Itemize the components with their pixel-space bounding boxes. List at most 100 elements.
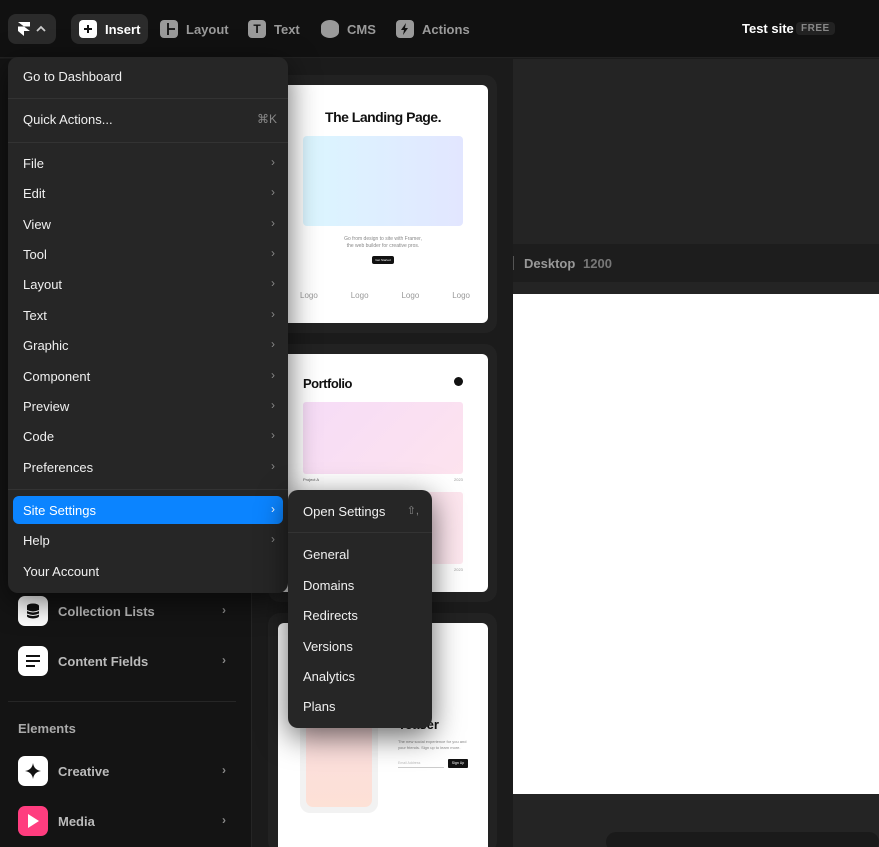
landing-desc-2: the web builder for creative pros. [346, 243, 420, 249]
chevron-right-icon: › [271, 428, 275, 442]
text-label: Text [274, 21, 300, 37]
menu-divider [8, 142, 288, 143]
landing-title: The Landing Page. [325, 109, 441, 125]
portfolio-title: Portfolio [303, 376, 352, 391]
menu-item-label: Code [23, 428, 55, 444]
layout-button[interactable]: Layout [152, 14, 237, 44]
chevron-up-icon [36, 25, 46, 32]
chevron-right-icon: › [271, 459, 275, 473]
go-to-dashboard-item[interactable]: Go to Dashboard [13, 62, 283, 90]
menu-item-label: General [303, 546, 350, 562]
bottom-toolbar [606, 832, 879, 847]
chevron-right-icon: › [271, 246, 275, 260]
database-icon [18, 596, 48, 626]
text-t-icon: T [248, 20, 266, 38]
site-title[interactable]: Test site [742, 21, 794, 36]
teaser-desc-2: your friends. Sign up to learn more. [398, 745, 461, 750]
cms-button[interactable]: CMS [313, 14, 384, 44]
collection-lists-item[interactable]: Collection Lists › [18, 596, 238, 626]
chevron-right-icon: › [222, 763, 226, 777]
menu-item-code[interactable]: Code › [13, 422, 283, 450]
project-year-2: 2023 [454, 567, 463, 572]
versions-item[interactable]: Versions [293, 633, 427, 659]
chevron-right-icon: › [222, 603, 226, 617]
menu-item-preferences[interactable]: Preferences › [13, 453, 283, 481]
quick-actions-item[interactable]: Quick Actions... ⌘K [13, 105, 283, 133]
menu-item-label: Analytics [303, 668, 356, 684]
menu-item-edit[interactable]: Edit › [13, 179, 283, 207]
menu-divider [8, 489, 288, 490]
collection-lists-label: Collection Lists [58, 603, 155, 619]
menu-item-view[interactable]: View › [13, 210, 283, 238]
portfolio-image-1 [303, 402, 463, 474]
panel-divider [8, 701, 236, 702]
menu-item-preview[interactable]: Preview › [13, 392, 283, 420]
lines-icon [18, 646, 48, 676]
chevron-right-icon: › [271, 502, 275, 516]
sparkle-icon [18, 756, 48, 786]
domains-item[interactable]: Domains [293, 572, 427, 598]
menu-item-label: View [23, 216, 51, 232]
plans-item[interactable]: Plans [293, 693, 427, 719]
menu-item-your-account[interactable]: Your Account [13, 557, 283, 585]
insert-button[interactable]: Insert [71, 14, 149, 44]
content-fields-item[interactable]: Content Fields › [18, 646, 238, 676]
menu-item-text[interactable]: Text › [13, 301, 283, 329]
open-settings-item[interactable]: Open Settings ⇧, [293, 498, 427, 524]
menu-item-label: Your Account [23, 563, 100, 579]
elements-heading: Elements [18, 721, 76, 736]
framer-menu-button[interactable] [8, 14, 56, 44]
menu-item-label: Versions [303, 638, 353, 654]
analytics-item[interactable]: Analytics [293, 663, 427, 689]
chevron-right-icon: › [222, 653, 226, 667]
menu-item-label: Go to Dashboard [23, 68, 123, 84]
landing-template-card[interactable]: The Landing Page. Go from design to site… [268, 75, 497, 333]
chevron-right-icon: › [271, 368, 275, 382]
menu-item-tool[interactable]: Tool › [13, 240, 283, 268]
actions-button[interactable]: Actions [388, 14, 478, 44]
menu-item-label: Redirects [303, 607, 358, 623]
menu-item-label: Edit [23, 185, 46, 201]
menu-item-label: Preview [23, 398, 70, 414]
insert-label: Insert [105, 21, 141, 37]
menu-item-label: Preferences [23, 459, 94, 475]
menu-item-graphic[interactable]: Graphic › [13, 331, 283, 359]
menu-item-help[interactable]: Help › [13, 526, 283, 554]
menu-item-label: Layout [23, 276, 63, 292]
desktop-frame[interactable] [513, 294, 879, 794]
plus-square-icon [79, 20, 97, 38]
asterisk-icon [454, 377, 463, 386]
menu-item-label: Text [23, 307, 47, 323]
cms-label: CMS [347, 21, 376, 37]
menu-divider [288, 532, 432, 533]
menu-item-site-settings[interactable]: Site Settings › [13, 496, 283, 524]
menu-item-layout[interactable]: Layout › [13, 270, 283, 298]
site-settings-submenu: Open Settings ⇧, General Domains Redirec… [288, 490, 432, 728]
framer-logo-icon [18, 22, 30, 36]
shortcut-label: ⇧, [406, 505, 419, 517]
menu-item-label: Component [23, 368, 91, 384]
breakpoint-name: Desktop [524, 256, 576, 271]
logo-text: Logo [350, 291, 369, 300]
general-item[interactable]: General [293, 541, 427, 567]
project-label: Project A [303, 477, 320, 482]
chevron-right-icon: › [271, 337, 275, 351]
breakpoint-width: 1200 [583, 256, 612, 271]
chevron-right-icon: › [271, 276, 275, 290]
creative-item[interactable]: Creative › [18, 756, 238, 786]
media-item[interactable]: Media › [18, 806, 238, 836]
shortcut-label: ⌘K [256, 112, 277, 126]
breakpoint-header[interactable]: Desktop 1200 [513, 244, 879, 282]
chevron-right-icon: › [271, 307, 275, 321]
redirects-item[interactable]: Redirects [293, 602, 427, 628]
menu-item-file[interactable]: File › [13, 149, 283, 177]
logo-strip: Logo Logo Logo Logo [300, 291, 470, 300]
teaser-email-input: Email Address [398, 759, 444, 768]
text-button[interactable]: T Text [240, 14, 308, 44]
project-year: 2023 [454, 477, 463, 482]
top-toolbar: Insert Layout T Text CMS Actions Test si… [0, 0, 879, 58]
menu-item-component[interactable]: Component › [13, 362, 283, 390]
menu-item-label: Site Settings [23, 502, 96, 518]
menu-item-label: Quick Actions... [23, 111, 113, 127]
landing-desc-1: Go from design to site with Framer, [344, 236, 422, 242]
